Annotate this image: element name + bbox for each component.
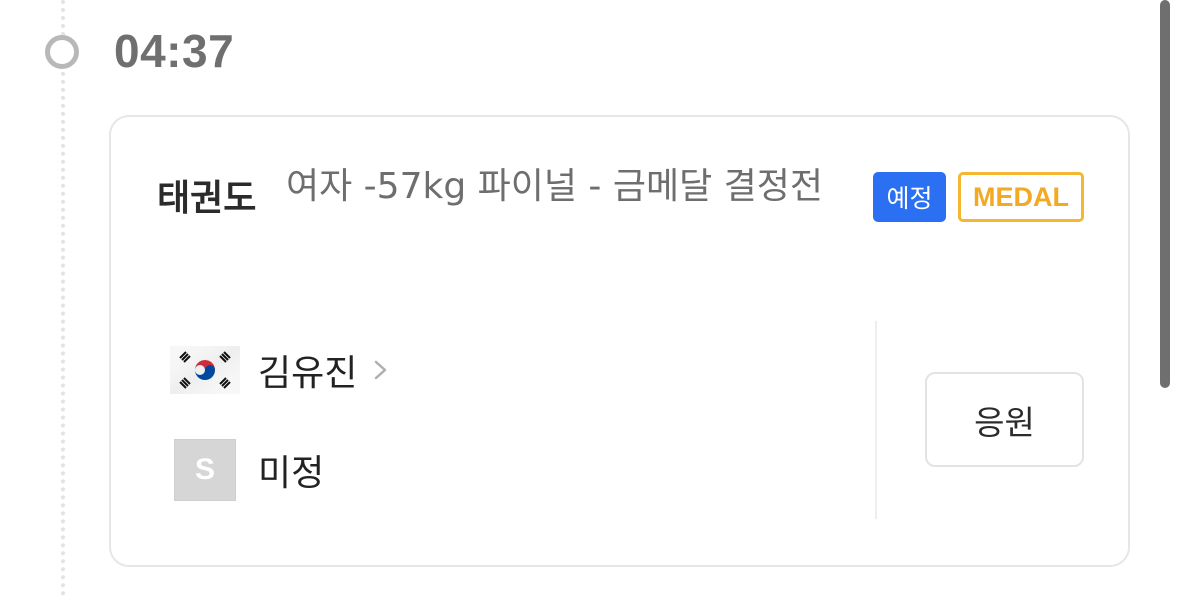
korea-flag-icon bbox=[170, 346, 240, 394]
competitor-name[interactable]: 김유진 bbox=[258, 344, 357, 396]
competitor-name: 미정 bbox=[258, 453, 325, 494]
chevron-right-icon[interactable] bbox=[371, 352, 391, 388]
timeline-line bbox=[61, 0, 65, 596]
scrollbar[interactable] bbox=[1160, 0, 1170, 388]
status-badge: 예정 bbox=[873, 172, 946, 222]
event-card[interactable]: 태권도 여자 -57kg 파이널 - 금메달 결정전 예정 MEDAL 김유진 … bbox=[109, 115, 1130, 567]
schedule-timeline: 04:37 태권도 여자 -57kg 파이널 - 금메달 결정전 예정 MEDA… bbox=[0, 0, 1179, 596]
placeholder-flag-icon: S bbox=[174, 439, 236, 501]
competitor-row: S 미정 bbox=[170, 439, 324, 501]
timeline-dot-icon bbox=[45, 35, 79, 69]
event-title: 여자 -57kg 파이널 - 금메달 결정전 bbox=[286, 166, 824, 207]
medal-badge: MEDAL bbox=[958, 172, 1084, 222]
event-time: 04:37 bbox=[114, 25, 235, 77]
divider bbox=[875, 321, 877, 519]
cheer-button[interactable]: 응원 bbox=[925, 372, 1084, 467]
competitor-row[interactable]: 김유진 bbox=[170, 344, 391, 396]
sport-name: 태권도 bbox=[157, 178, 257, 219]
